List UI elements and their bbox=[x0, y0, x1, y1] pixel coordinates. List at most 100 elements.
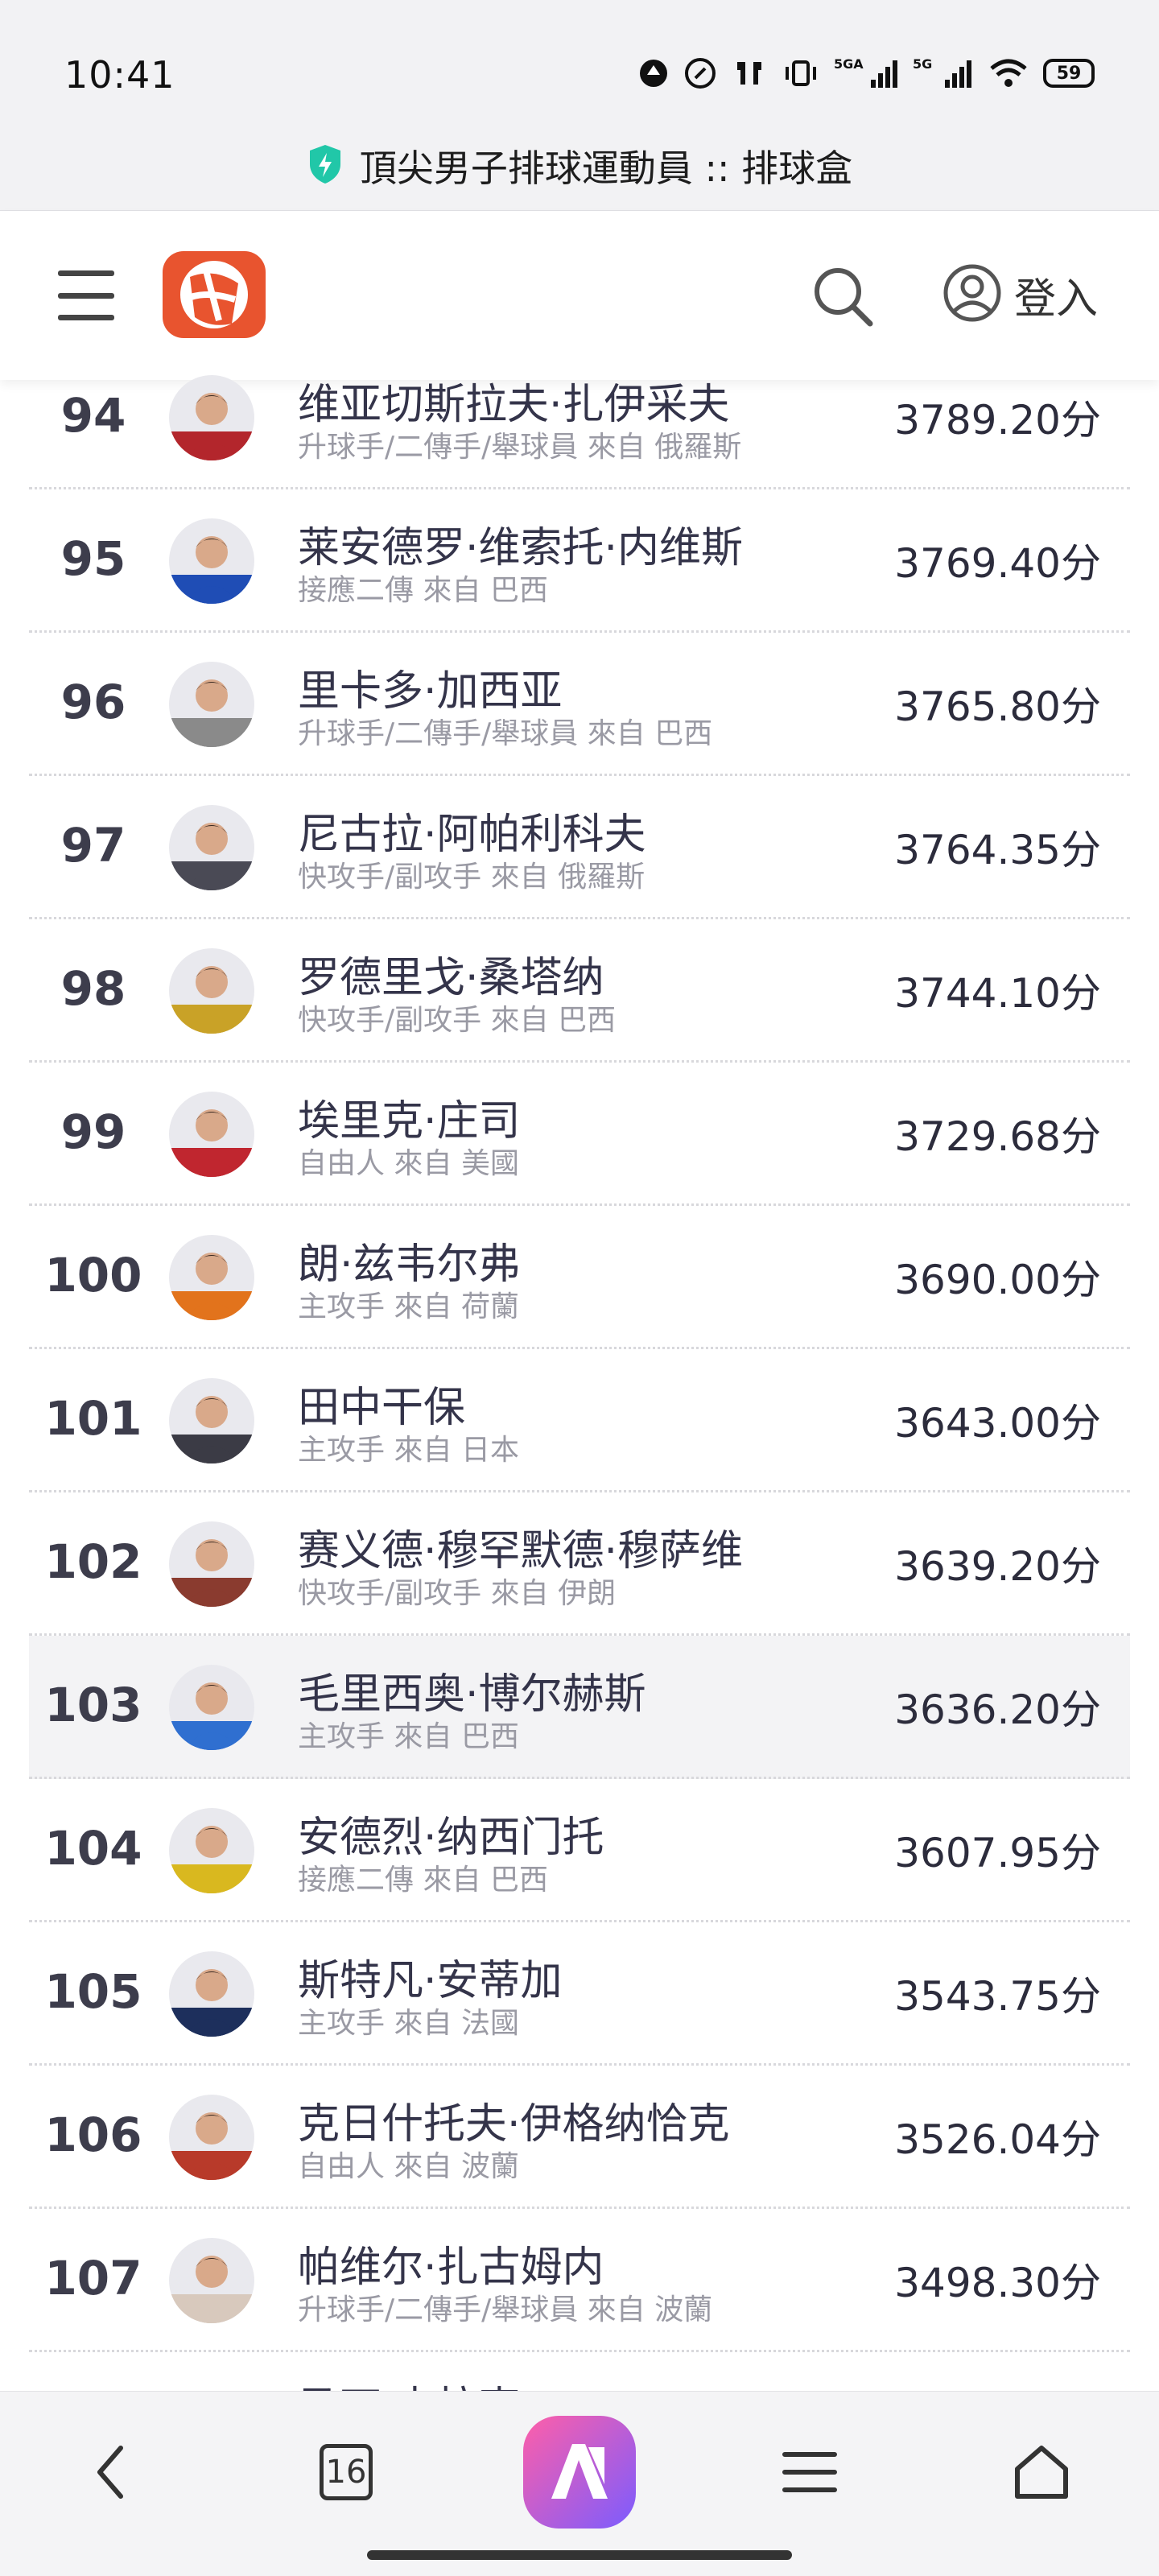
home-icon[interactable] bbox=[993, 2424, 1090, 2520]
player-position: 自由人 bbox=[298, 2150, 386, 2183]
player-country: 巴西 bbox=[654, 717, 713, 750]
player-avatar[interactable] bbox=[169, 805, 254, 890]
link-icon bbox=[684, 57, 716, 89]
player-row[interactable]: 101 田中干保 主攻手 來自 日本 3643.00分 bbox=[29, 1349, 1130, 1492]
player-name[interactable]: 安德烈·纳西门托 bbox=[298, 1803, 604, 1864]
player-name[interactable]: 帕维尔·扎古姆内 bbox=[298, 2233, 604, 2293]
player-position: 主攻手 bbox=[298, 1290, 386, 1323]
player-row[interactable]: 107 帕维尔·扎古姆内 升球手/二傳手/舉球員 來自 波蘭 3498.30分 bbox=[29, 2209, 1130, 2352]
player-from: 來自 bbox=[394, 1290, 452, 1323]
url-bar[interactable]: 頂尖男子排球運動員 :: 排球盒 bbox=[0, 121, 1159, 211]
player-avatar[interactable] bbox=[169, 948, 254, 1034]
browser-bottom-nav: 16 bbox=[0, 2391, 1159, 2576]
player-country: 巴西 bbox=[558, 1004, 617, 1037]
player-rank: 96 bbox=[60, 675, 126, 729]
player-from: 來自 bbox=[394, 1147, 452, 1180]
player-avatar[interactable] bbox=[169, 1378, 254, 1463]
player-score: 3769.40分 bbox=[894, 540, 1101, 587]
player-name[interactable]: 毛里西奥·博尔赫斯 bbox=[298, 1660, 646, 1720]
player-avatar[interactable] bbox=[169, 1808, 254, 1893]
status-icons: 5GA 5G 59 bbox=[637, 53, 1095, 93]
player-name[interactable]: 尼古拉·阿帕利科夫 bbox=[298, 800, 646, 861]
player-position: 快攻手/副攻手 bbox=[298, 1577, 482, 1610]
player-name[interactable]: 维亚切斯拉夫·扎伊采夫 bbox=[298, 370, 730, 431]
player-row[interactable]: 96 里卡多·加西亚 升球手/二傳手/舉球員 來自 巴西 3765.80分 bbox=[29, 633, 1130, 776]
player-row[interactable]: 97 尼古拉·阿帕利科夫 快攻手/副攻手 來自 俄羅斯 3764.35分 bbox=[29, 776, 1130, 919]
player-row[interactable]: 106 克日什托夫·伊格纳恰克 自由人 來自 波蘭 3526.04分 bbox=[29, 2066, 1130, 2209]
player-name[interactable]: 里卡多·加西亚 bbox=[298, 657, 563, 717]
player-row[interactable]: 102 赛义德·穆罕默德·穆萨维 快攻手/副攻手 來自 伊朗 3639.20分 bbox=[29, 1492, 1130, 1636]
player-row[interactable]: 99 埃里克·庄司 自由人 來自 美國 3729.68分 bbox=[29, 1063, 1130, 1206]
player-from: 來自 bbox=[423, 574, 481, 607]
player-row[interactable]: 95 莱安德罗·维索托·内维斯 接應二傳 來自 巴西 3769.40分 bbox=[29, 489, 1130, 633]
player-avatar[interactable] bbox=[169, 1951, 254, 2037]
player-position: 自由人 bbox=[298, 1147, 386, 1180]
player-score: 3607.95分 bbox=[894, 1830, 1101, 1876]
player-rank: 98 bbox=[60, 961, 126, 1016]
player-meta: 快攻手/副攻手 來自 俄羅斯 bbox=[298, 853, 645, 895]
player-score: 3543.75分 bbox=[894, 1973, 1101, 2020]
player-from: 來自 bbox=[394, 1720, 452, 1753]
search-icon[interactable] bbox=[809, 262, 876, 330]
user-icon bbox=[942, 262, 1003, 327]
player-avatar[interactable] bbox=[169, 2095, 254, 2180]
menu-lines-icon[interactable] bbox=[761, 2424, 858, 2520]
signal-5ga-text: 5GA bbox=[834, 56, 864, 72]
player-meta: 主攻手 來自 法國 bbox=[298, 2000, 519, 2041]
player-country: 波蘭 bbox=[654, 2293, 713, 2326]
login-button[interactable]: 登入 bbox=[942, 262, 1098, 327]
player-name[interactable]: 斯特凡·安蒂加 bbox=[298, 1946, 563, 2007]
player-avatar[interactable] bbox=[169, 518, 254, 604]
player-avatar[interactable] bbox=[169, 1521, 254, 1607]
player-score: 3636.20分 bbox=[894, 1686, 1101, 1733]
player-country: 日本 bbox=[460, 1434, 519, 1467]
player-name[interactable]: 罗德里戈·桑塔纳 bbox=[298, 943, 604, 1004]
menu-icon[interactable] bbox=[58, 270, 114, 320]
player-name[interactable]: 赛义德·穆罕默德·穆萨维 bbox=[298, 1517, 743, 1577]
player-name[interactable]: 克日什托夫·伊格纳恰克 bbox=[298, 2090, 730, 2150]
signal-5ga-icon: 5GA bbox=[834, 56, 898, 91]
player-rank: 100 bbox=[44, 1248, 142, 1302]
tab-count: 16 bbox=[320, 2444, 373, 2500]
player-score: 3764.35分 bbox=[894, 827, 1101, 873]
vibrate-icon bbox=[782, 57, 819, 89]
player-row[interactable]: 105 斯特凡·安蒂加 主攻手 來自 法國 3543.75分 bbox=[29, 1922, 1130, 2066]
player-meta: 升球手/二傳手/舉球員 來自 波蘭 bbox=[298, 2286, 712, 2328]
player-name[interactable]: 田中干保 bbox=[298, 1373, 465, 1434]
player-country: 俄羅斯 bbox=[654, 431, 742, 464]
player-avatar[interactable] bbox=[169, 662, 254, 747]
player-country: 美國 bbox=[460, 1147, 519, 1180]
player-score: 3789.20分 bbox=[894, 397, 1101, 444]
browser-ai-button[interactable] bbox=[515, 2408, 644, 2537]
player-avatar[interactable] bbox=[169, 1235, 254, 1320]
signal-5g-icon: 5G bbox=[913, 56, 974, 91]
player-country: 荷蘭 bbox=[460, 1290, 519, 1323]
status-time: 10:41 bbox=[64, 53, 175, 97]
login-label: 登入 bbox=[1014, 275, 1099, 324]
player-meta: 快攻手/副攻手 來自 伊朗 bbox=[298, 1570, 616, 1612]
player-row[interactable]: 104 安德烈·纳西门托 接應二傳 來自 巴西 3607.95分 bbox=[29, 1779, 1130, 1922]
player-row[interactable]: 100 朗·兹韦尔弗 主攻手 來自 荷蘭 3690.00分 bbox=[29, 1206, 1130, 1349]
player-name[interactable]: 朗·兹韦尔弗 bbox=[298, 1230, 521, 1290]
player-row[interactable]: 98 罗德里戈·桑塔纳 快攻手/副攻手 來自 巴西 3744.10分 bbox=[29, 919, 1130, 1063]
player-name[interactable]: 埃里克·庄司 bbox=[298, 1087, 521, 1147]
back-icon[interactable] bbox=[64, 2424, 161, 2520]
player-row[interactable]: 94 维亚切斯拉夫·扎伊采夫 升球手/二傳手/舉球員 來自 俄羅斯 3789.2… bbox=[29, 346, 1130, 489]
player-from: 來自 bbox=[394, 1434, 452, 1467]
player-position: 主攻手 bbox=[298, 1720, 386, 1753]
player-avatar[interactable] bbox=[169, 2238, 254, 2323]
player-rank: 102 bbox=[44, 1534, 142, 1589]
player-score: 3526.04分 bbox=[894, 2116, 1101, 2163]
player-row[interactable]: 103 毛里西奥·博尔赫斯 主攻手 來自 巴西 3636.20分 bbox=[29, 1636, 1130, 1779]
player-avatar[interactable] bbox=[169, 1092, 254, 1177]
player-name[interactable]: 莱安德罗·维索托·内维斯 bbox=[298, 514, 743, 574]
player-avatar[interactable] bbox=[169, 1665, 254, 1750]
player-score: 3643.00分 bbox=[894, 1400, 1101, 1447]
site-logo[interactable] bbox=[158, 246, 270, 343]
player-rank: 106 bbox=[44, 2107, 142, 2162]
player-avatar[interactable] bbox=[169, 375, 254, 460]
player-position: 快攻手/副攻手 bbox=[298, 861, 482, 894]
gesture-bar[interactable] bbox=[367, 2550, 792, 2560]
player-meta: 自由人 來自 美國 bbox=[298, 1140, 519, 1182]
tabs-button[interactable]: 16 bbox=[298, 2424, 394, 2520]
